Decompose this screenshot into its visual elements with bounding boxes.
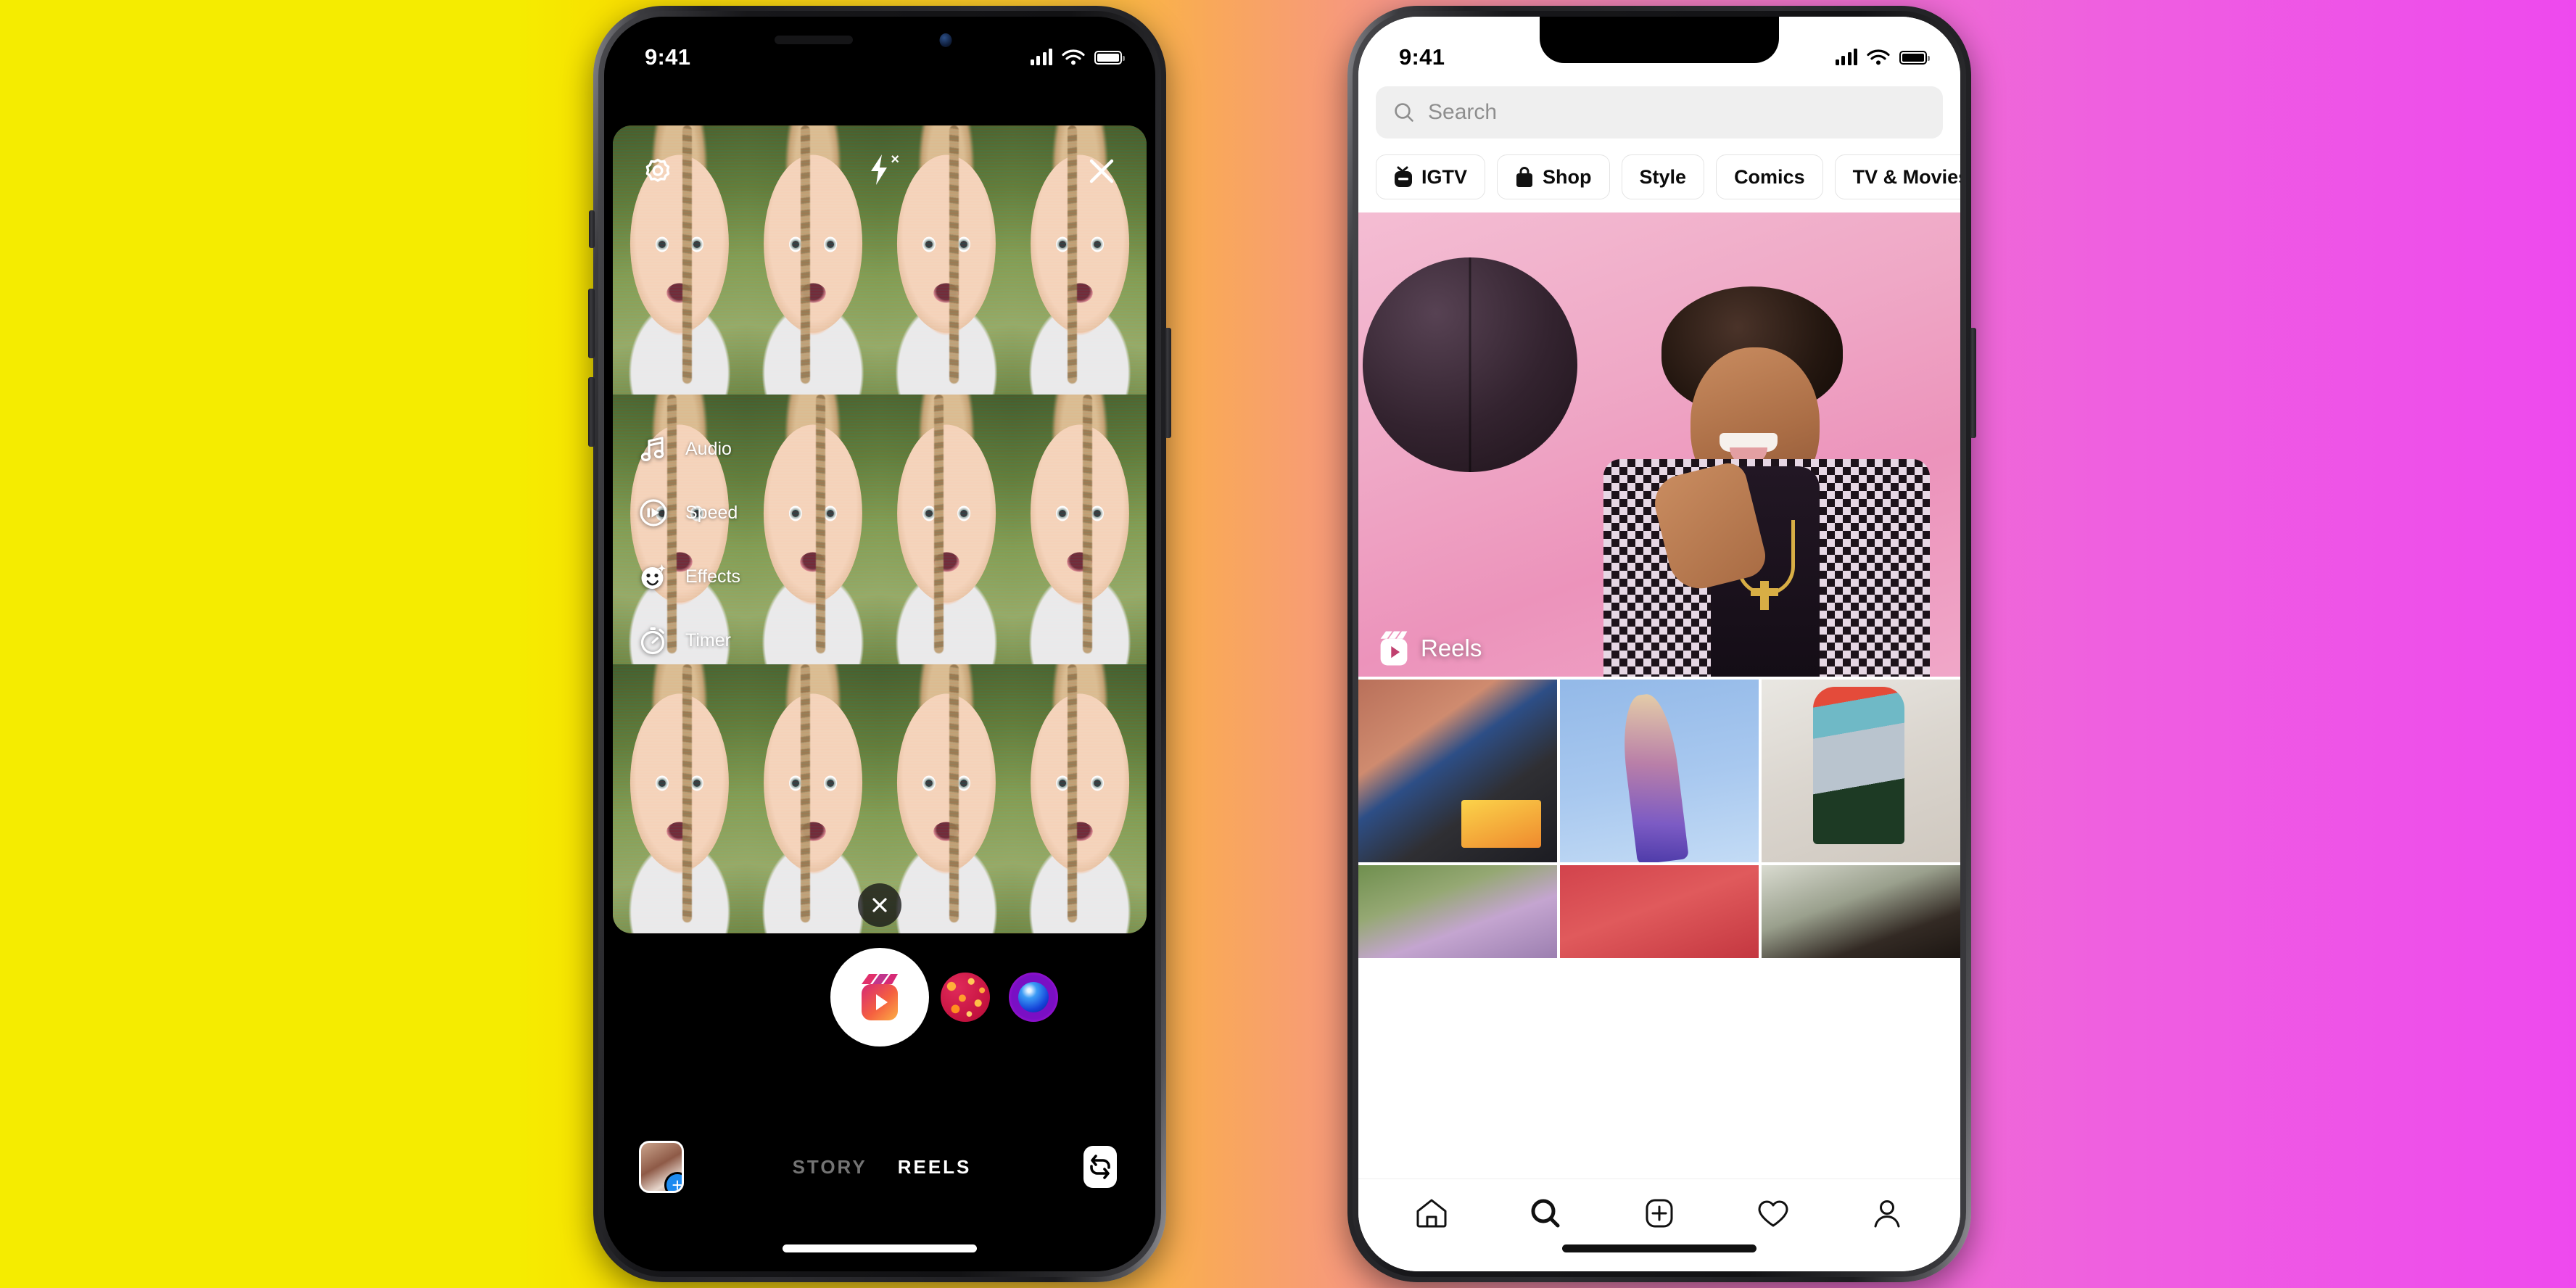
search-input[interactable]: Search: [1376, 86, 1943, 139]
wifi-icon: [1062, 49, 1085, 65]
capture-mode-tabs: STORY REELS: [793, 1156, 972, 1178]
tool-audio[interactable]: Audio: [639, 434, 740, 463]
basketball: [1363, 257, 1577, 472]
reels-clapper-icon: [862, 974, 898, 1020]
grid-cell-1[interactable]: [1358, 680, 1557, 862]
close-icon[interactable]: [1086, 155, 1118, 187]
chip-label: Comics: [1734, 165, 1805, 188]
grid-cell-5[interactable]: [1560, 865, 1759, 958]
flip-camera-icon[interactable]: [1080, 1144, 1120, 1189]
category-chip-row[interactable]: IGTV Shop Style Comics TV & Movies: [1376, 139, 1960, 212]
effect-carousel[interactable]: [941, 973, 1058, 1022]
volume-down-button[interactable]: [588, 377, 595, 447]
chip-shop[interactable]: Shop: [1497, 154, 1610, 199]
signal-bars-icon: [1835, 49, 1857, 65]
home-indicator[interactable]: [1562, 1244, 1756, 1252]
chip-igtv[interactable]: IGTV: [1376, 154, 1486, 199]
featured-person: [1595, 285, 1936, 677]
grid-cell-4[interactable]: [1358, 865, 1557, 958]
settings-gear-icon[interactable]: [642, 155, 674, 187]
right-phone-screen: 9:41 Search IGTV Shop Style Comics TV & …: [1358, 17, 1960, 1271]
nav-create[interactable]: [1640, 1194, 1678, 1232]
gallery-thumbnail[interactable]: +: [639, 1141, 684, 1193]
power-button[interactable]: [1970, 328, 1976, 438]
chip-label: Style: [1639, 165, 1687, 188]
shopping-bag-icon: [1516, 167, 1533, 187]
blue-orb-effect-thumbnail[interactable]: [1009, 973, 1058, 1022]
bottom-navigation-bar: [1358, 1178, 1960, 1271]
flash-off-x: ×: [891, 151, 899, 168]
nav-profile[interactable]: [1868, 1194, 1906, 1232]
effects-face-icon: [641, 564, 666, 589]
silent-switch[interactable]: [589, 210, 595, 248]
search-icon: [1395, 103, 1413, 122]
igtv-icon: [1395, 166, 1412, 187]
chip-style[interactable]: Style: [1621, 154, 1705, 199]
chip-label: TV & Movies: [1852, 165, 1960, 188]
tool-timer[interactable]: Timer: [639, 626, 740, 655]
nav-activity[interactable]: [1754, 1194, 1792, 1232]
tool-label: Effects: [685, 566, 740, 587]
battery-icon: [1094, 50, 1125, 65]
explore-feed[interactable]: Reels: [1358, 212, 1960, 1178]
close-icon: [872, 898, 887, 912]
add-to-story-badge[interactable]: +: [664, 1172, 682, 1191]
left-phone-device: 9:41 × Audio Speed Effects Timer + STORY…: [588, 6, 1171, 1282]
camera-tool-rail: Audio Speed Effects Timer: [639, 434, 740, 655]
search-placeholder: Search: [1428, 100, 1498, 124]
timer-icon: [640, 627, 665, 655]
shutter-button[interactable]: [835, 952, 925, 1042]
power-button[interactable]: [1165, 328, 1171, 438]
reels-camera-screen: 9:41 × Audio Speed Effects Timer + STORY…: [604, 17, 1155, 1271]
wifi-icon: [1867, 49, 1890, 65]
flash-icon: [871, 154, 887, 185]
display-notch: [1540, 17, 1779, 63]
chip-label: Shop: [1543, 165, 1592, 188]
plus-box-icon: [1646, 1199, 1673, 1227]
right-phone-device: 9:41 Search IGTV Shop Style Comics TV & …: [1347, 6, 1976, 1282]
explore-grid[interactable]: [1358, 680, 1960, 958]
camera-bottom-bar: + STORY REELS: [604, 1132, 1155, 1202]
tool-label: Speed: [685, 502, 738, 523]
tool-speed[interactable]: Speed: [639, 498, 740, 527]
nav-search[interactable]: [1527, 1194, 1564, 1232]
volume-up-button[interactable]: [588, 289, 595, 358]
home-icon: [1416, 1199, 1447, 1227]
search-icon: [1531, 1199, 1560, 1227]
grid-cell-3[interactable]: [1762, 680, 1960, 862]
status-indicators: [1835, 49, 1930, 66]
status-time: 9:41: [1399, 44, 1445, 70]
reels-clapper-icon: [1380, 631, 1408, 666]
tool-label: Audio: [685, 438, 732, 459]
instagram-explore-screen: 9:41 Search IGTV Shop Style Comics TV & …: [1358, 17, 1960, 1271]
tool-label: Timer: [685, 629, 731, 651]
left-status-bar: 9:41: [604, 17, 1155, 80]
heart-icon: [1758, 1200, 1788, 1226]
music-note-icon: [640, 437, 664, 462]
status-indicators: [1030, 49, 1125, 66]
flash-off-button[interactable]: ×: [867, 152, 899, 190]
mode-story[interactable]: STORY: [793, 1156, 867, 1178]
reels-badge: Reels: [1377, 630, 1482, 666]
grid-cell-2[interactable]: [1560, 680, 1759, 862]
chip-tv-and-movies[interactable]: TV & Movies: [1834, 154, 1960, 199]
tool-effects[interactable]: Effects: [639, 562, 740, 591]
mode-reels[interactable]: REELS: [898, 1156, 972, 1178]
sparkle-effect-thumbnail[interactable]: [941, 973, 990, 1022]
home-indicator[interactable]: [783, 1244, 977, 1252]
grid-cell-6[interactable]: [1762, 865, 1960, 958]
signal-bars-icon: [1030, 49, 1052, 65]
chip-comics[interactable]: Comics: [1716, 154, 1823, 199]
camera-top-bar: ×: [604, 146, 1155, 197]
reels-badge-label: Reels: [1421, 635, 1482, 661]
person-icon: [1874, 1200, 1900, 1227]
dismiss-effect-button[interactable]: [858, 883, 901, 927]
nav-home[interactable]: [1413, 1194, 1450, 1232]
featured-reel-post[interactable]: Reels: [1358, 212, 1960, 677]
speed-icon: [640, 499, 667, 527]
left-phone-screen: 9:41 × Audio Speed Effects Timer + STORY…: [604, 17, 1155, 1271]
battery-icon: [1899, 50, 1930, 65]
status-time: 9:41: [645, 44, 691, 70]
chip-label: IGTV: [1421, 165, 1468, 188]
